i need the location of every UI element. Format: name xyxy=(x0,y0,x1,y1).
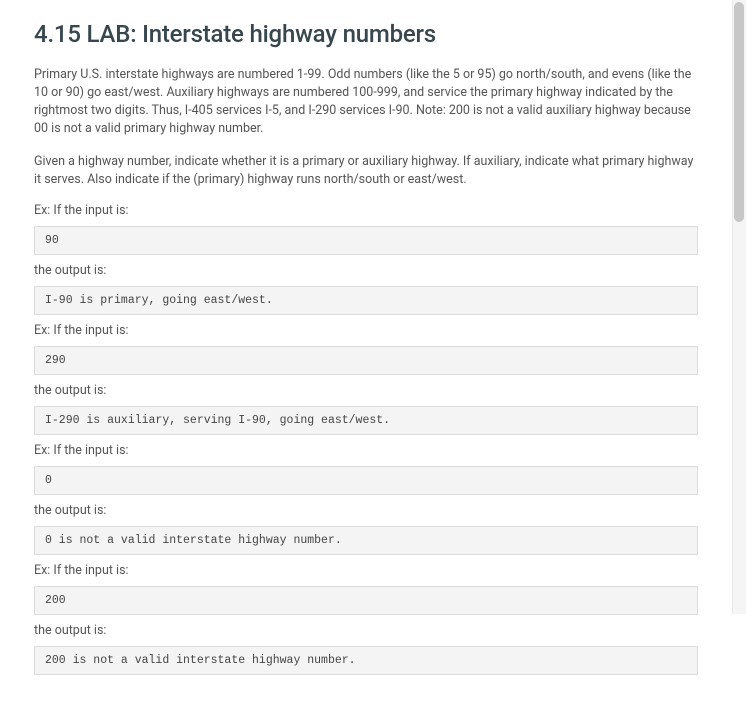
example-input-code: 200 xyxy=(34,586,698,615)
example-output-code: I-290 is auxiliary, serving I-90, going … xyxy=(34,406,698,435)
example-input-code: 90 xyxy=(34,226,698,255)
lab-content: 4.15 LAB: Interstate highway numbers Pri… xyxy=(0,0,732,703)
description-paragraph-1: Primary U.S. interstate highways are num… xyxy=(34,66,698,139)
example-input-label: Ex: If the input is: xyxy=(34,563,698,578)
example-output-code: I-90 is primary, going east/west. xyxy=(34,286,698,315)
scrollbar-thumb[interactable] xyxy=(734,2,744,222)
example-output-code: 0 is not a valid interstate highway numb… xyxy=(34,526,698,555)
example-input-label: Ex: If the input is: xyxy=(34,323,698,338)
scrollbar-track[interactable] xyxy=(732,0,746,614)
example-input-label: Ex: If the input is: xyxy=(34,203,698,218)
example-input-code: 290 xyxy=(34,346,698,375)
example-output-label: the output is: xyxy=(34,623,698,638)
lab-title: 4.15 LAB: Interstate highway numbers xyxy=(34,20,698,48)
example-output-label: the output is: xyxy=(34,383,698,398)
example-output-code: 200 is not a valid interstate highway nu… xyxy=(34,646,698,675)
example-input-label: Ex: If the input is: xyxy=(34,443,698,458)
example-output-label: the output is: xyxy=(34,503,698,518)
example-output-label: the output is: xyxy=(34,263,698,278)
example-input-code: 0 xyxy=(34,466,698,495)
description-paragraph-2: Given a highway number, indicate whether… xyxy=(34,153,698,189)
